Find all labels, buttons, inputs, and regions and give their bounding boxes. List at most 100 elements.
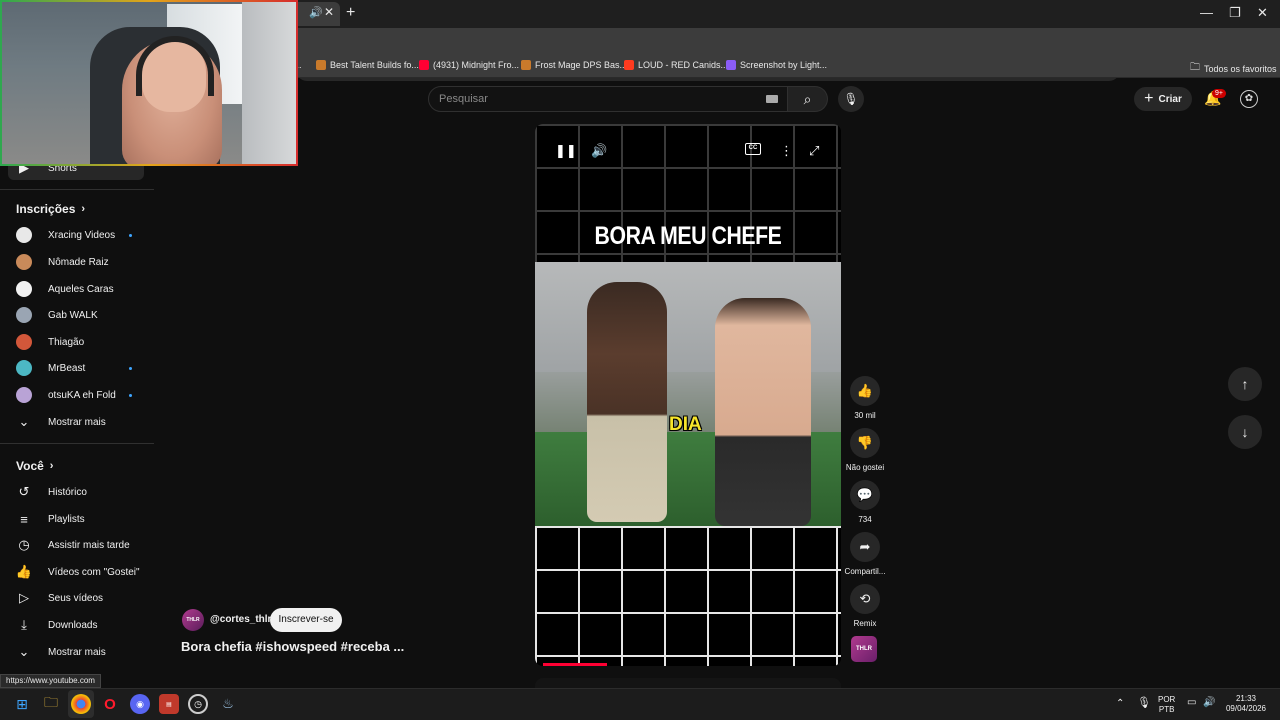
comment-icon: 💬 <box>850 480 880 510</box>
like-button[interactable]: 👍 30 mil <box>849 376 881 420</box>
bookmark-item[interactable]: Screenshot by Light... <box>726 60 827 70</box>
chrome-icon[interactable] <box>71 694 91 714</box>
shorts-video-player[interactable]: BORA MEU CHEFE DIA ❚❚ 🔊 CC ⋮ ⤢ <box>535 124 841 666</box>
sidebar-divider <box>0 189 154 190</box>
new-content-dot <box>129 233 132 237</box>
opera-icon[interactable]: O <box>100 694 120 714</box>
remix-icon: ⟲ <box>850 584 880 614</box>
minimize-button[interactable]: — <box>1200 5 1213 20</box>
video-person-left <box>587 282 667 522</box>
all-bookmarks-button[interactable]: 🗀 Todos os favoritos <box>1190 60 1277 77</box>
sidebar-item-subscription[interactable]: Aqueles Caras <box>16 279 140 299</box>
volume-tray-icon[interactable]: 🔊 <box>1203 698 1215 708</box>
previous-short-button[interactable]: ↑ <box>1228 367 1262 401</box>
thumb-up-icon: 👍 <box>850 376 880 406</box>
file-explorer-icon[interactable]: 🗀 <box>41 694 61 714</box>
sidebar-item-watch-later[interactable]: ◷ Assistir mais tarde <box>16 535 140 555</box>
sidebar-item-subscription[interactable]: Nômade Raiz <box>16 252 140 272</box>
new-content-dot <box>129 393 132 397</box>
sidebar-item-your-videos[interactable]: ▷ Seus vídeos <box>16 588 140 608</box>
subscriptions-heading[interactable]: Inscrições › <box>16 202 85 216</box>
you-heading[interactable]: Você › <box>16 459 53 473</box>
video-grid-background <box>535 526 841 666</box>
tray-overflow-icon[interactable]: ⌃ <box>1116 699 1124 709</box>
pause-icon[interactable]: ❚❚ <box>555 143 577 159</box>
sidebar-item-history[interactable]: ↺ Histórico <box>16 482 140 502</box>
bookmark-favicon-icon <box>624 60 634 70</box>
folder-icon: 🗀 <box>1190 62 1200 73</box>
webcam-background-curtain <box>242 2 296 164</box>
video-progress-bar[interactable] <box>543 663 607 666</box>
app-clock-icon[interactable]: ◷ <box>188 694 208 714</box>
sidebar-item-subscription[interactable]: otsuKA eh Fold <box>16 385 140 405</box>
create-button[interactable]: + Criar <box>1134 87 1192 111</box>
video-overlay-title: BORA MEU CHEFE <box>594 222 782 250</box>
captions-icon[interactable]: CC <box>745 143 761 155</box>
bookmark-item[interactable]: LOUD - RED Canids... <box>624 60 728 70</box>
bookmark-favicon-icon <box>726 60 736 70</box>
channel-handle[interactable]: @cortes_thlr <box>210 614 271 625</box>
sidebar-item-liked-videos[interactable]: 👍 Vídeos com "Gostei" <box>16 562 140 582</box>
sidebar-item-subscription[interactable]: MrBeast <box>16 358 140 378</box>
share-button[interactable]: ➦ Compartil... <box>845 532 885 576</box>
notifications-badge: 9+ <box>1212 89 1226 98</box>
video-title[interactable]: Bora chefia #ishowspeed #receba ... <box>181 639 404 654</box>
sidebar-show-more[interactable]: ⌄ Mostrar mais <box>16 642 140 662</box>
voice-search-button[interactable]: 🎙 <box>838 86 864 112</box>
more-options-icon[interactable]: ⋮ <box>780 143 793 159</box>
search-icon: ⌕ <box>803 91 812 107</box>
channel-avatar <box>16 334 32 350</box>
speaker-icon[interactable]: 🔊 <box>309 6 323 19</box>
channel-avatar <box>16 281 32 297</box>
bookmark-item[interactable]: (4931) Midnight Fro... <box>419 60 519 70</box>
chevron-down-icon: ⌄ <box>18 644 30 659</box>
dislike-button[interactable]: 👎 Não gostei <box>846 428 884 472</box>
subscribe-button[interactable]: Inscrever-se <box>270 608 342 632</box>
chevron-down-icon: ⌄ <box>18 414 30 429</box>
channel-avatar <box>16 227 32 243</box>
sidebar-item-subscription[interactable]: Thiagão <box>16 332 140 352</box>
bookmark-favicon-icon <box>521 60 531 70</box>
channel-avatar <box>16 254 32 270</box>
sidebar-divider <box>0 443 154 444</box>
app-icon[interactable]: ▤ <box>159 694 179 714</box>
volume-icon[interactable]: 🔊 <box>591 143 607 159</box>
tab-close-icon[interactable]: ✕ <box>324 5 334 19</box>
thumb-up-icon: 👍 <box>15 564 33 579</box>
next-short-button[interactable]: ↓ <box>1228 415 1262 449</box>
plus-icon: + <box>1144 90 1154 107</box>
channel-avatar[interactable]: THLR <box>182 609 204 631</box>
sidebar-item-subscription[interactable]: Gab WALK <box>16 305 140 325</box>
sidebar-show-more[interactable]: ⌄ Mostrar mais <box>16 412 140 432</box>
sidebar-item-downloads[interactable]: ⤓ Downloads <box>16 615 140 635</box>
sidebar-item-playlists[interactable]: ≡ Playlists <box>16 509 140 529</box>
video-caption: DIA <box>669 414 702 435</box>
language-indicator[interactable]: POR PTB <box>1158 695 1175 715</box>
sidebar-item-subscription[interactable]: Xracing Videos <box>16 225 140 245</box>
keyboard-icon[interactable] <box>766 95 778 103</box>
new-tab-button[interactable]: + <box>346 4 355 22</box>
account-avatar[interactable]: ✿ <box>1240 90 1258 108</box>
network-icon[interactable]: ▭ <box>1187 698 1196 708</box>
bookmark-item[interactable]: Frost Mage DPS Bas... <box>521 60 627 70</box>
clock[interactable]: 21:33 09/04/2026 <box>1224 694 1268 714</box>
remix-button[interactable]: ⟲ Remix <box>849 584 881 628</box>
sound-channel-thumbnail[interactable]: THLR <box>851 636 877 662</box>
search-button[interactable]: ⌕ <box>788 86 828 112</box>
bookmark-favicon-icon <box>316 60 326 70</box>
new-content-dot <box>129 366 132 370</box>
fullscreen-icon[interactable]: ⤢ <box>809 143 819 159</box>
steam-icon[interactable]: ♨ <box>218 694 238 714</box>
thumb-down-icon: 👎 <box>850 428 880 458</box>
bookmark-item[interactable]: Best Talent Builds fo... <box>316 60 419 70</box>
download-icon: ⤓ <box>21 617 27 632</box>
microphone-tray-icon[interactable]: 🎙 <box>1137 698 1151 709</box>
history-icon: ↺ <box>18 484 30 499</box>
close-window-button[interactable]: ✕ <box>1257 5 1268 21</box>
restore-button[interactable]: ❐ <box>1229 5 1241 21</box>
video-frame: DIA <box>535 262 841 526</box>
windows-start-icon[interactable]: ⊞ <box>12 694 32 714</box>
chevron-right-icon: › <box>81 203 86 215</box>
discord-icon[interactable]: ◉ <box>130 694 150 714</box>
comments-button[interactable]: 💬 734 <box>849 480 881 524</box>
